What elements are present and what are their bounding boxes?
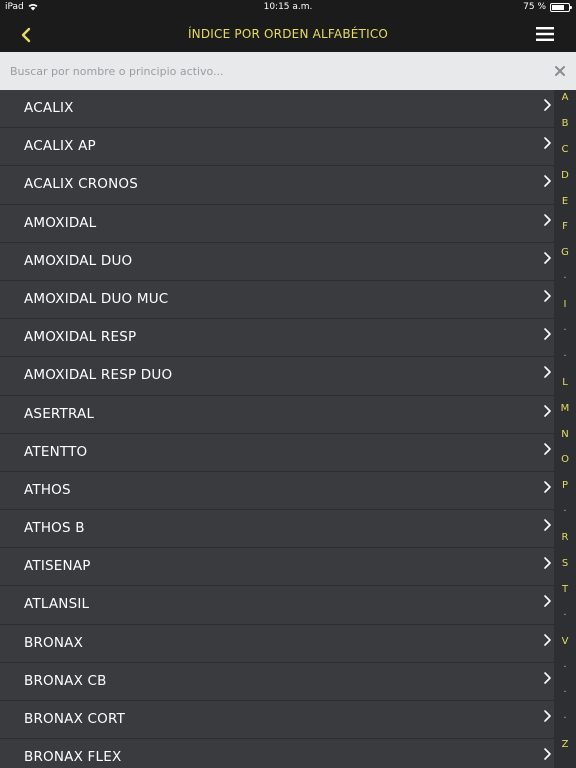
menu-icon[interactable]: [536, 26, 554, 42]
index-letter-p[interactable]: P: [554, 478, 576, 504]
list-item-label: ATHOS B: [24, 520, 85, 537]
list-item-label: ATLANSIL: [24, 596, 90, 613]
list-item[interactable]: ATHOS: [0, 472, 554, 511]
list-item-label: ACALIX: [24, 100, 74, 116]
index-separator[interactable]: ·: [554, 608, 576, 634]
list-item[interactable]: ACALIX: [0, 90, 554, 129]
index-letter-v[interactable]: V: [554, 634, 576, 660]
status-time: 10:15 a.m.: [263, 2, 313, 12]
chevron-right-icon: [544, 442, 551, 455]
list-item[interactable]: AMOXIDAL DUO: [0, 243, 554, 281]
chevron-right-icon: [544, 710, 551, 722]
index-letter-s[interactable]: S: [554, 556, 576, 582]
chevron-right-icon: [544, 366, 551, 379]
chevron-right-icon: [544, 137, 551, 149]
chevron-right-icon: [544, 633, 551, 646]
list-item[interactable]: ATENTTO: [0, 434, 554, 472]
page-title: ÍNDICE POR ORDEN ALFABÉTICO: [187, 27, 389, 41]
clear-icon[interactable]: [553, 64, 567, 78]
list-item[interactable]: BRONAX CB: [0, 663, 554, 701]
chevron-right-icon: [544, 290, 551, 302]
battery-icon: [550, 2, 572, 12]
list-item[interactable]: AMOXIDAL RESP: [0, 319, 554, 358]
list-item-label: AMOXIDAL DUO MUC: [24, 290, 169, 307]
list-item-label: BRONAX FLEX: [24, 749, 122, 766]
list-item-label: ATHOS: [24, 481, 71, 498]
list-item-label: ATISENAP: [24, 558, 91, 575]
list-item-label: BRONAX CORT: [24, 711, 126, 727]
index-letter-c[interactable]: C: [554, 142, 576, 168]
index-letter-d[interactable]: D: [554, 168, 576, 194]
index-separator[interactable]: ·: [554, 711, 576, 737]
index-separator[interactable]: ·: [554, 660, 576, 686]
chevron-right-icon: [544, 519, 551, 531]
index-letter-m[interactable]: M: [554, 401, 576, 427]
chevron-right-icon: [544, 213, 551, 226]
list-item[interactable]: AMOXIDAL RESP DUO: [0, 357, 554, 396]
chevron-right-icon: [544, 99, 551, 111]
list-item-label: ASERTRAL: [24, 405, 95, 422]
chevron-right-icon: [544, 672, 551, 684]
index-letter-b[interactable]: B: [554, 116, 576, 142]
chevron-right-icon: [544, 595, 551, 608]
index-separator[interactable]: ·: [554, 504, 576, 530]
list-item-label: BRONAX CB: [24, 672, 107, 689]
index-letter-f[interactable]: F: [554, 219, 576, 245]
list-item[interactable]: AMOXIDAL: [0, 205, 554, 243]
list-item[interactable]: ASERTRAL: [0, 396, 554, 434]
index-letter-a[interactable]: A: [554, 90, 576, 116]
battery-fill: [552, 4, 564, 10]
chevron-right-icon: [544, 251, 551, 264]
battery-percent: 75 %: [523, 2, 546, 12]
list-item-label: AMOXIDAL: [24, 214, 97, 231]
index-letter-l[interactable]: L: [554, 375, 576, 401]
list-item-label: ACALIX AP: [24, 138, 96, 155]
list-item[interactable]: BRONAX: [0, 625, 554, 663]
index-letter-t[interactable]: T: [554, 582, 576, 608]
chevron-right-icon: [544, 557, 551, 570]
chevron-right-icon: [544, 328, 551, 340]
alphabet-index[interactable]: A B C D E F G · I · · L M N O P · R S T · V · · · Z: [554, 90, 576, 768]
search-input[interactable]: [0, 52, 540, 90]
list-item[interactable]: ATHOS B: [0, 510, 554, 549]
index-letter-o[interactable]: O: [554, 452, 576, 478]
chevron-right-icon: [544, 404, 551, 417]
list-item[interactable]: ATLANSIL: [0, 586, 554, 625]
index-letter-r[interactable]: R: [554, 530, 576, 556]
index-letter-g[interactable]: G: [554, 245, 576, 271]
chevron-right-icon: [544, 748, 551, 760]
index-letter-z[interactable]: Z: [554, 737, 576, 763]
index-separator[interactable]: ·: [554, 271, 576, 297]
list-item-label: BRONAX: [24, 634, 84, 651]
list-item[interactable]: BRONAX CORT: [0, 701, 554, 740]
index-letter-e[interactable]: E: [554, 194, 576, 220]
list-item[interactable]: ACALIX AP: [0, 128, 554, 167]
chevron-right-icon: [544, 175, 551, 188]
list-item[interactable]: BRONAX FLEX: [0, 739, 554, 768]
status-bar: iPad 10:15 a.m. 75 %: [0, 0, 576, 16]
navigation-bar: ÍNDICE POR ORDEN ALFABÉTICO: [0, 16, 576, 52]
list-item-label: ATENTTO: [24, 443, 88, 460]
list-item-label: AMOXIDAL RESP DUO: [24, 367, 173, 384]
index-letter-n[interactable]: N: [554, 427, 576, 453]
list-item-label: AMOXIDAL DUO: [24, 252, 133, 269]
index-separator[interactable]: ·: [554, 323, 576, 349]
list-item[interactable]: ACALIX CRONOS: [0, 166, 554, 205]
list-item[interactable]: AMOXIDAL DUO MUC: [0, 281, 554, 320]
drug-list: ACALIX ACALIX AP ACALIX CRONOS AMOXIDAL AMOX…: [0, 90, 554, 768]
index-separator[interactable]: ·: [554, 685, 576, 711]
chevron-right-icon: [544, 481, 551, 493]
index-separator[interactable]: ·: [554, 349, 576, 375]
list-item[interactable]: ATISENAP: [0, 548, 554, 587]
list-item-label: AMOXIDAL RESP: [24, 329, 137, 346]
index-letter-i[interactable]: I: [554, 297, 576, 323]
list-item-label: ACALIX CRONOS: [24, 176, 139, 193]
search-bar: [0, 52, 576, 90]
